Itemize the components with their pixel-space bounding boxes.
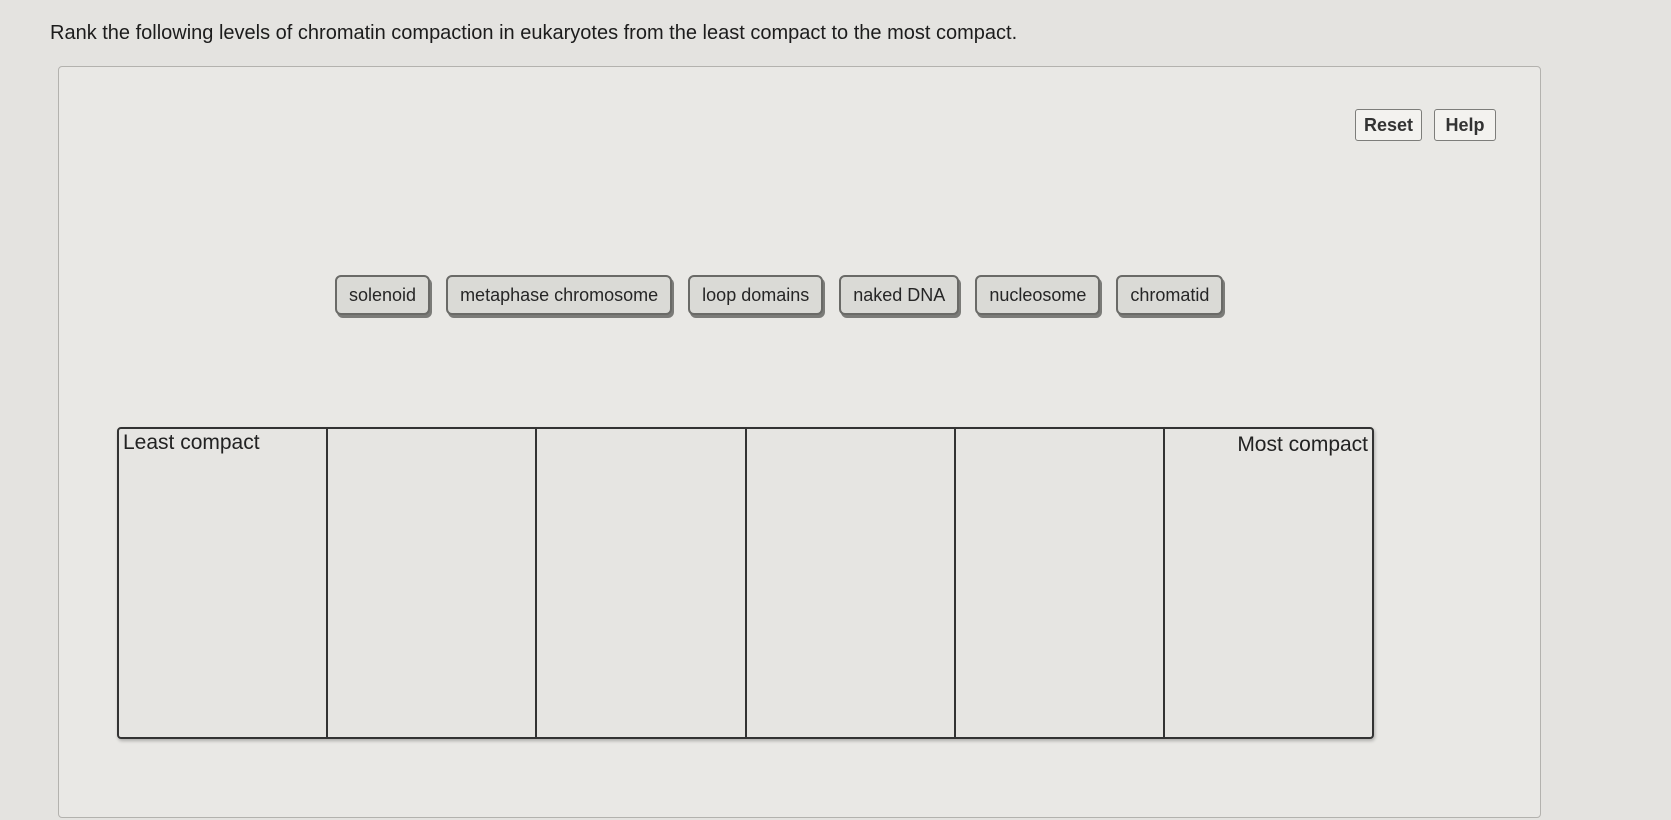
drop-slot-2[interactable] xyxy=(328,429,538,737)
drop-slot-6[interactable]: Most compact xyxy=(1165,429,1372,737)
reset-button[interactable]: Reset xyxy=(1355,109,1422,141)
drop-slot-5[interactable] xyxy=(956,429,1165,737)
ranking-drop-area: Least compact Most compact xyxy=(117,427,1374,739)
least-compact-label: Least compact xyxy=(123,431,260,454)
most-compact-label: Most compact xyxy=(1237,433,1369,456)
help-button[interactable]: Help xyxy=(1434,109,1496,141)
drop-slot-3[interactable] xyxy=(537,429,747,737)
ranking-panel: Reset Help solenoid metaphase chromosome… xyxy=(58,66,1541,818)
drop-slot-1[interactable]: Least compact xyxy=(119,429,329,737)
draggable-item-naked-dna[interactable]: naked DNA xyxy=(839,275,960,315)
draggable-item-nucleosome[interactable]: nucleosome xyxy=(975,275,1101,315)
draggable-item-solenoid[interactable]: solenoid xyxy=(335,275,431,315)
drop-slot-4[interactable] xyxy=(747,429,956,737)
item-bank: solenoid metaphase chromosome loop domai… xyxy=(335,275,1224,315)
draggable-item-loop-domains[interactable]: loop domains xyxy=(688,275,824,315)
draggable-item-chromatid[interactable]: chromatid xyxy=(1116,275,1224,315)
draggable-item-metaphase-chromosome[interactable]: metaphase chromosome xyxy=(446,275,673,315)
question-text: Rank the following levels of chromatin c… xyxy=(50,22,1018,44)
